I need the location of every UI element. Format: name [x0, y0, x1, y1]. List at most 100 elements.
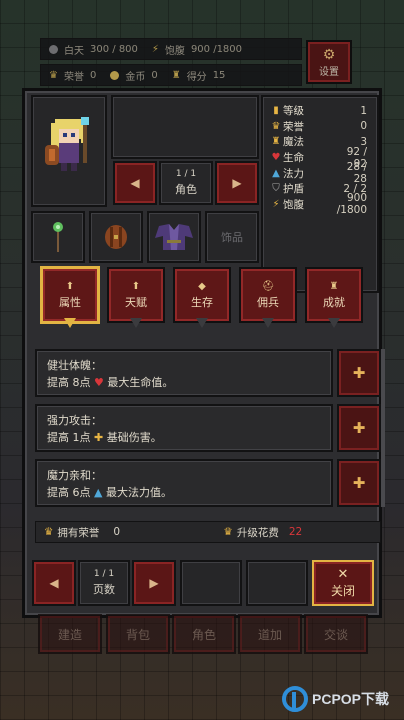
role-prev-button[interactable]: ◀ — [113, 161, 157, 205]
crown-icon: ♛ — [223, 526, 233, 538]
page-prev-button[interactable]: ◀ — [32, 560, 76, 606]
stat-row-level: ▮ 等级 1 — [269, 103, 371, 119]
scrollbar[interactable] — [381, 349, 385, 507]
day-label: 白天 — [64, 45, 84, 57]
equip-slot-accessory[interactable]: 饰品 — [205, 211, 259, 263]
tab-achievements[interactable]: ♜ 成就 — [305, 267, 363, 328]
status-row-1: 白天 300 / 800 ⚡ 饱腹 900 /1800 — [40, 38, 302, 60]
nav-backpack[interactable]: 背包 — [106, 614, 170, 654]
page-next-button[interactable]: ▶ — [132, 560, 176, 606]
nav-label: 背包 — [125, 627, 150, 642]
stat-value: 900 /1800 — [336, 192, 367, 217]
settings-label: 设置 — [319, 67, 339, 78]
stat-value: 0 — [360, 120, 367, 133]
skill-desc-pre: 提高 1点 — [47, 431, 91, 444]
robe-icon — [155, 224, 193, 250]
character-panel: ◀ 1 / 1 角色 ▶ 饰品 ▮ 等级 1 ♛ 荣誉 0 ♜ 魔法 3 ♥ 生命 92 / 9… — [22, 88, 385, 618]
tab-mercenaries[interactable]: ⛑ 佣兵 — [239, 267, 297, 328]
honor-footer: ♛ 拥有荣誉 0 ♛ 升级花费 22 — [35, 521, 381, 543]
hunger-icon: ⚡ — [151, 43, 159, 55]
character-portrait — [31, 95, 107, 207]
up-arrow-icon: ⬆ — [65, 280, 75, 292]
diamond-icon: ◆ — [198, 280, 206, 292]
skill-upgrade-button[interactable]: ✚ — [337, 349, 381, 397]
tab-talents[interactable]: ⬆ 天赋 — [107, 267, 165, 328]
stat-row-honor: ♛ 荣誉 0 — [269, 119, 371, 135]
tab-label: 生存 — [191, 295, 213, 309]
nav-talk[interactable]: 交谈 — [304, 614, 368, 654]
plus-icon: ✚ — [352, 474, 366, 492]
skill-item: 健壮体魄： 提高 8点 ♥ 最大生命值。 — [35, 349, 333, 397]
nav-label: 建造 — [57, 627, 82, 642]
attack-plus-icon: ✚ — [94, 431, 104, 444]
skill-item: 强力攻击： 提高 1点 ✚ 基础伤害。 — [35, 404, 333, 452]
gold-value: 0 — [151, 69, 158, 81]
shield-icon — [105, 225, 127, 249]
equip-slot-armor[interactable] — [147, 211, 201, 263]
stat-label: 荣誉 — [283, 120, 304, 133]
score-label: 得分 — [186, 71, 207, 83]
nav-build[interactable]: 建造 — [38, 614, 102, 654]
accessory-label: 饰品 — [221, 231, 243, 244]
crown-icon: ♛ — [271, 120, 281, 132]
settings-button[interactable]: ⚙ 设置 — [306, 40, 352, 84]
mana-icon: ▲ — [272, 167, 280, 179]
logo-icon — [282, 686, 308, 712]
close-button[interactable]: ✕ 关闭 — [312, 560, 374, 606]
skill-desc-post: 最大生命值。 — [107, 376, 174, 389]
stat-label: 魔法 — [283, 136, 304, 149]
crown-icon: ♛ — [44, 526, 54, 538]
empty-slot — [246, 560, 308, 606]
gold-label: 金币 — [125, 71, 146, 83]
skill-title: 健壮体魄： — [47, 359, 102, 372]
role-next-button[interactable]: ▶ — [215, 161, 259, 205]
stats-panel: ▮ 等级 1 ♛ 荣誉 0 ♜ 魔法 3 ♥ 生命 92 / 92 ▲ 法力 28 / 28 ⛉ 护盾… — [261, 95, 379, 293]
honor-value: 0 — [89, 69, 97, 81]
tab-pointer — [196, 318, 208, 328]
close-label: 关闭 — [330, 584, 355, 598]
skill-desc: 提高 1点 ✚ 基础伤害。 — [47, 429, 321, 446]
helmet-icon: ⛑ — [261, 280, 275, 292]
mana-icon: ▲ — [94, 486, 103, 499]
nav-label: 角色 — [191, 627, 216, 642]
nav-character[interactable]: 角色 — [172, 614, 236, 654]
page-number: 1 / 1 — [93, 569, 115, 579]
magic-icon: ♜ — [271, 136, 281, 148]
crown-icon: ♛ — [49, 69, 58, 81]
skill-upgrade-button[interactable]: ✚ — [337, 404, 381, 452]
hunger-label: 饱腹 — [164, 45, 185, 57]
tab-survival[interactable]: ◆ 生存 — [173, 267, 231, 328]
nav-add[interactable]: 道加 — [238, 614, 302, 654]
skill-upgrade-button[interactable]: ✚ — [337, 459, 381, 507]
honor-owned-value: 0 — [113, 526, 121, 538]
watermark-text: PCPOP下载 — [312, 691, 390, 707]
up-arrow-icon: ⬆ — [131, 280, 141, 292]
stat-label: 饱腹 — [283, 198, 304, 211]
skill-desc-post: 基础伤害。 — [106, 431, 162, 444]
stat-label: 等级 — [283, 105, 304, 118]
day-value: 300 / 800 — [90, 43, 138, 55]
arrow-left-icon: ◀ — [49, 576, 59, 590]
hunger-value: 900 /1800 — [190, 43, 243, 55]
skill-desc-pre: 提高 8点 — [47, 376, 91, 389]
skill-desc: 提高 6点 ▲ 最大法力值。 — [47, 484, 321, 501]
empty-slot — [111, 95, 259, 159]
nav-label: 道加 — [257, 627, 282, 642]
shield-icon: ⛉ — [272, 183, 280, 195]
equip-slot-weapon[interactable] — [31, 211, 85, 263]
role-label: 角色 — [175, 183, 197, 196]
hero-sprite-icon — [45, 117, 89, 171]
tab-label: 佣兵 — [257, 295, 279, 309]
stat-row-hunger: ⚡ 饱腹 900 /1800 — [269, 192, 371, 216]
tab-pointer — [130, 318, 142, 328]
heart-icon: ♥ — [94, 376, 104, 389]
settings-icon: ⚙ — [322, 47, 336, 63]
honor-label: 荣誉 — [63, 71, 84, 83]
empty-slot — [180, 560, 242, 606]
heart-icon: ♥ — [271, 152, 281, 164]
equip-slot-shield[interactable] — [89, 211, 143, 263]
tab-attributes[interactable]: ⬆ 属性 — [41, 267, 99, 328]
tab-pointer — [64, 318, 76, 328]
stat-label: 生命 — [283, 152, 304, 165]
tab-label: 成就 — [323, 295, 345, 309]
